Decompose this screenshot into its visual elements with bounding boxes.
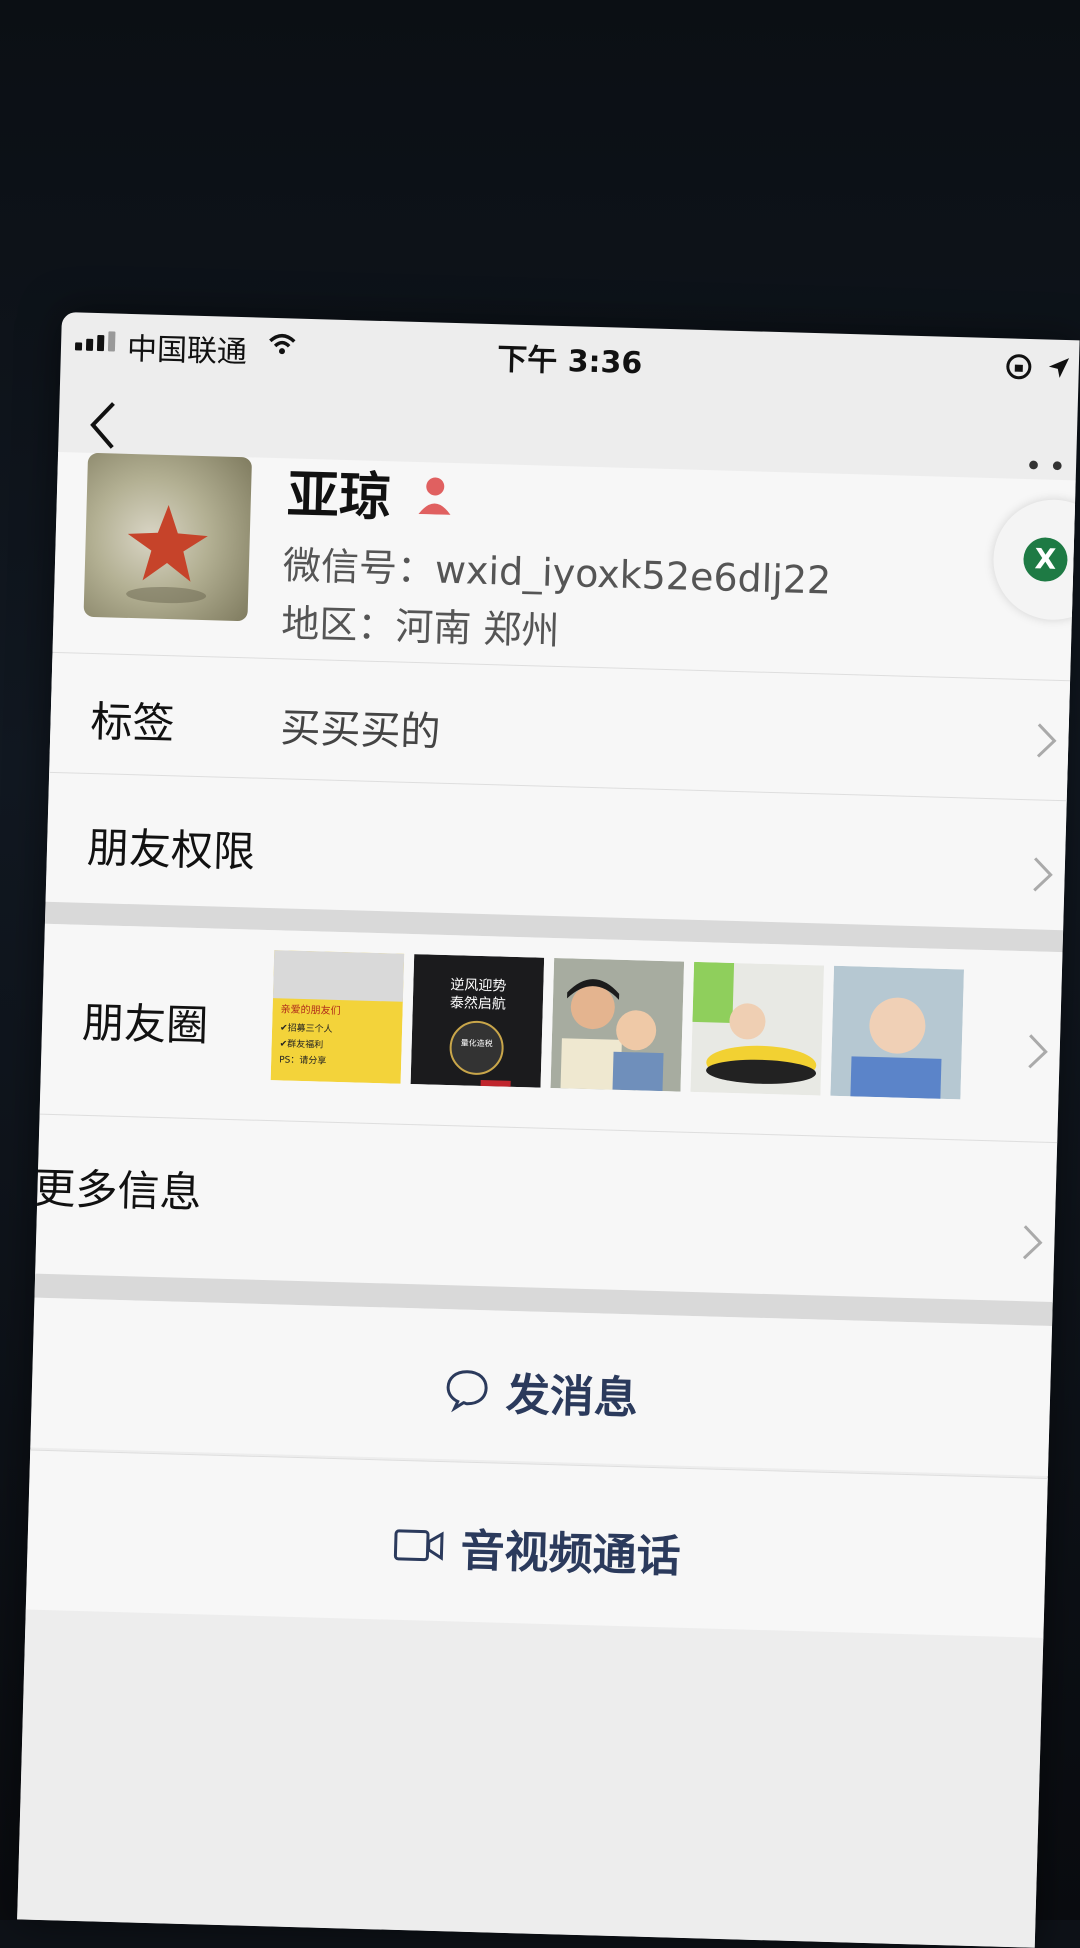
photo-background: 中国联通 下午 3:36 •• 亚琼 微信号：wxid_iyoxk52e6dlj… xyxy=(0,0,1080,1948)
chevron-right-icon xyxy=(1022,1225,1043,1260)
bottom-fill xyxy=(17,1609,1044,1948)
more-info-label: 更多信息 xyxy=(32,1163,203,1218)
avatar[interactable] xyxy=(83,452,253,622)
thumb2-line3: 量化造税 xyxy=(461,1037,493,1048)
x-badge: X xyxy=(1022,536,1069,583)
chevron-right-icon xyxy=(1028,1034,1048,1069)
thumb2-line2: 泰然启航 xyxy=(450,994,506,1013)
tag-value: 买买买的 xyxy=(279,705,442,756)
status-right-icons xyxy=(1004,352,1073,382)
chevron-right-icon xyxy=(1036,723,1057,758)
location-icon xyxy=(1048,358,1070,378)
tag-label: 标签 xyxy=(89,696,176,749)
video-call-content: 音视频通话 xyxy=(27,1503,1046,1595)
starfish-image xyxy=(126,505,208,604)
phone-screen: 中国联通 下午 3:36 •• 亚琼 微信号：wxid_iyoxk52e6dlj… xyxy=(17,312,1080,1948)
moment-thumb-baby-smiling xyxy=(830,965,964,1100)
status-time: 下午 3:36 xyxy=(496,342,643,382)
moment-thumb-poster-dark: 逆风迎势 泰然启航 量化造税 xyxy=(410,954,545,1088)
moments-label: 朋友圈 xyxy=(81,997,209,1051)
floating-window-button[interactable]: X xyxy=(991,498,1080,622)
friend-permissions-label: 朋友权限 xyxy=(86,822,256,877)
more-info-row[interactable]: 更多信息 xyxy=(32,1113,1058,1304)
video-camera-icon xyxy=(393,1529,444,1562)
video-call-button[interactable]: 音视频通话 xyxy=(25,1449,1048,1639)
chat-bubble-icon xyxy=(446,1370,488,1413)
moment-thumb-poster-yellow: 亲爱的朋友们 ✔招募三个人 ✔群友福利 PS：请分享 xyxy=(270,950,405,1084)
moments-thumbnails: 亲爱的朋友们 ✔招募三个人 ✔群友福利 PS：请分享 逆风迎势 泰然启航 量化造… xyxy=(270,950,964,1100)
female-icon xyxy=(418,477,451,515)
send-message-label: 发消息 xyxy=(505,1369,639,1425)
moment-thumb-baby-toy xyxy=(690,961,825,1096)
region: 地区：河南 郑州 xyxy=(280,601,560,654)
thumb2-line1: 逆风迎势 xyxy=(450,977,506,995)
send-message-button[interactable]: 发消息 xyxy=(30,1297,1053,1476)
moments-row[interactable]: 朋友圈 亲爱的朋友们 ✔招募三个人 ✔群友福利 PS：请分享 逆风迎势 泰然启航… xyxy=(39,923,1063,1143)
video-call-label: 音视频通话 xyxy=(459,1525,682,1583)
status-bar: 中国联通 下午 3:36 xyxy=(60,312,1079,398)
rotation-lock-icon xyxy=(1006,354,1032,380)
chevron-right-icon xyxy=(1033,857,1053,892)
moment-thumb-mother-baby xyxy=(550,957,685,1092)
back-icon[interactable] xyxy=(82,395,124,456)
send-message-content: 发消息 xyxy=(31,1346,1050,1438)
contact-name: 亚琼 xyxy=(286,465,392,529)
